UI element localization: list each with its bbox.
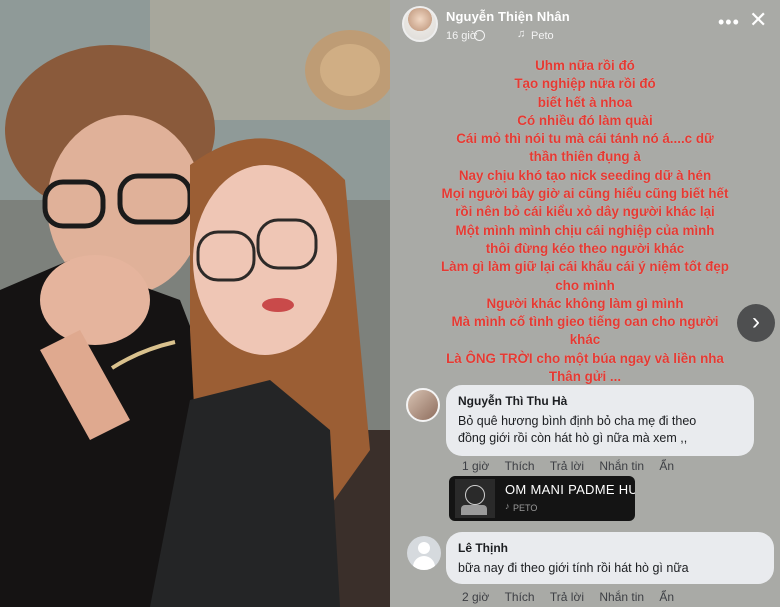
- selfie-photo: [0, 0, 390, 607]
- story-line: Mọi người bây giờ ai cũng hiểu cũng biết…: [441, 186, 729, 202]
- photo-illustration: [0, 0, 390, 607]
- music-note-icon: ♫: [517, 28, 526, 40]
- hide-button[interactable]: Ẩn: [659, 590, 674, 604]
- story-line: cho mình: [555, 277, 615, 293]
- message-button[interactable]: Nhắn tin: [599, 590, 644, 604]
- comment-bubble: Lê Thịnh bữa nay đi theo giới tính rồi h…: [446, 532, 774, 584]
- commenter-avatar[interactable]: [407, 536, 441, 570]
- like-button[interactable]: Thích: [505, 459, 535, 473]
- comment-text-line: Bỏ quê hương bình định bỏ cha mẹ đi theo: [458, 414, 697, 428]
- story-line: Người khác không làm gì mình: [486, 295, 684, 311]
- comment-text-line: bữa nay đi theo giới tính rồi hát hò gì …: [458, 561, 689, 575]
- comment-time: 1 giờ: [462, 459, 490, 473]
- comment-actions: 1 giờ Thích Trả lời Nhắn tin Ẩn: [462, 459, 686, 473]
- story-viewer: Nguyễn Thiện Nhân 16 giờ ♫ Peto ••• ✕ Uh…: [390, 0, 780, 607]
- reply-button[interactable]: Trả lời: [550, 459, 584, 473]
- story-line: biết hết à nhoa: [537, 94, 633, 110]
- next-story-button[interactable]: ›: [737, 304, 775, 342]
- globe-icon: [474, 30, 485, 41]
- comment-author[interactable]: Nguyễn Thì Thu Hà: [458, 394, 742, 408]
- author-name[interactable]: Nguyễn Thiện Nhân: [446, 9, 570, 24]
- comment-time: 2 giờ: [462, 590, 490, 604]
- story-line: khác: [569, 332, 601, 348]
- story-line: Uhm nữa rồi đó: [535, 58, 635, 73]
- default-avatar-body: [413, 556, 435, 570]
- story-line: Nay chịu khó tạo nick seeding dữ à hén: [458, 167, 712, 183]
- comment-text-line: đồng giới rồi còn hát hò gì nữa mà xem ,…: [458, 431, 688, 445]
- comment-bubble: Nguyễn Thì Thu Hà Bỏ quê hương bình định…: [446, 385, 754, 456]
- story-line: Cái mỏ thì nói tu mà cái tánh nó á....c …: [456, 131, 714, 147]
- music-note-icon: ♪: [505, 501, 510, 511]
- hide-button[interactable]: Ẩn: [659, 459, 674, 473]
- story-header: Nguyễn Thiện Nhân 16 giờ ♫ Peto ••• ✕: [390, 0, 780, 52]
- story-line: thần thiên đụng à: [529, 149, 641, 165]
- story-line: Làm gì làm giữ lại cái khẩu cái ý niệm t…: [440, 259, 729, 275]
- commenter-avatar[interactable]: [406, 388, 440, 422]
- story-text: Uhm nữa rồi đó Tạo nghiệp nữa rồi đó biế…: [398, 57, 772, 386]
- author-avatar[interactable]: [402, 6, 438, 42]
- message-button[interactable]: Nhắn tin: [599, 459, 644, 473]
- story-line: Là ÔNG TRỜI cho một búa ngay và liền nha: [446, 350, 724, 366]
- story-line: Thân gửi ...: [548, 369, 622, 385]
- album-art-figure: [461, 505, 487, 515]
- album-art-ring: [465, 485, 485, 505]
- sticker-artist: PETO: [513, 503, 538, 513]
- sticker-song-title: OM MANI PADME HUM: [505, 482, 635, 497]
- comment-actions: 2 giờ Thích Trả lời Nhắn tin Ẩn: [462, 590, 686, 604]
- story-time: 16 giờ: [446, 30, 478, 42]
- reply-button[interactable]: Trả lời: [550, 590, 584, 604]
- close-icon[interactable]: ✕: [749, 9, 767, 31]
- like-button[interactable]: Thích: [505, 590, 535, 604]
- chevron-right-icon: ›: [752, 308, 760, 335]
- album-art: [455, 479, 495, 518]
- story-line: Tạo nghiệp nữa rồi đó: [514, 76, 656, 92]
- story-line: Một mình mình chịu cái nghiệp của mình: [455, 222, 715, 238]
- story-line: thôi đừng kéo theo người khác: [485, 240, 685, 256]
- music-label[interactable]: Peto: [531, 30, 554, 42]
- story-line: rồi nên bỏ cái kiểu xỏ dây người khác lạ…: [455, 204, 715, 220]
- music-sticker-attachment[interactable]: OM MANI PADME HUM ♪ PETO: [449, 476, 635, 521]
- story-line: Có nhiều đó làm quài: [517, 112, 653, 128]
- story-line: Mà mình cố tình gieo tiếng oan cho người: [451, 314, 719, 330]
- more-horizontal-icon[interactable]: •••: [718, 12, 740, 33]
- default-avatar-head: [418, 542, 430, 554]
- comment-author[interactable]: Lê Thịnh: [458, 541, 762, 555]
